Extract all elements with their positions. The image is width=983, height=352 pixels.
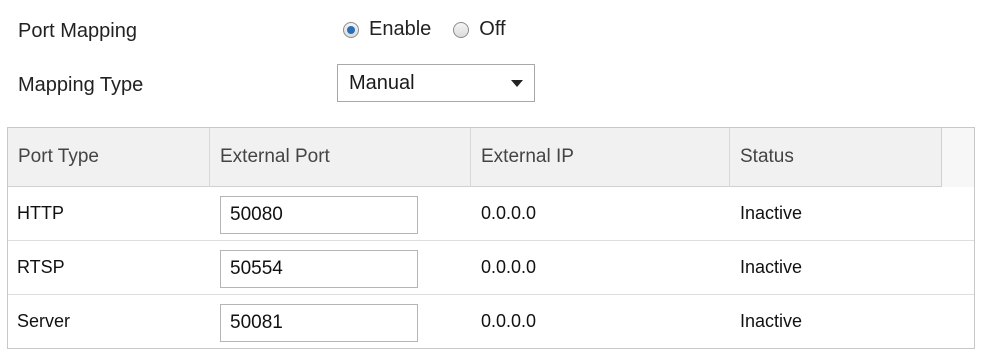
enable-radio-option[interactable]: Enable [343, 18, 431, 41]
header-scrollbar-spacer [941, 128, 974, 187]
off-radio-option[interactable]: Off [453, 18, 506, 41]
chevron-down-icon [511, 80, 523, 87]
external-port-input[interactable] [220, 304, 418, 342]
table-row: Server 0.0.0.0 Inactive [8, 295, 974, 349]
port-mapping-radio-group: Enable Off [343, 18, 528, 41]
port-mapping-label: Port Mapping [18, 20, 137, 42]
row-port-type: HTTP [17, 203, 64, 223]
port-mapping-table: Port Type External Port External IP Stat… [7, 127, 975, 349]
row-external-ip: 0.0.0.0 [481, 257, 537, 277]
mapping-type-value: Manual [349, 71, 415, 94]
header-external-port: External Port [210, 128, 471, 186]
off-radio-label: Off [479, 18, 506, 40]
header-external-ip: External IP [471, 128, 730, 186]
row-status: Inactive [740, 203, 803, 223]
external-port-input[interactable] [220, 196, 418, 234]
row-status: Inactive [740, 311, 803, 331]
row-port-type: Server [17, 311, 71, 331]
mapping-type-select[interactable]: Manual [337, 64, 535, 102]
table-row: RTSP 0.0.0.0 Inactive [8, 241, 974, 295]
header-status: Status [740, 146, 794, 167]
row-external-ip: 0.0.0.0 [481, 311, 537, 331]
mapping-type-label: Mapping Type [18, 74, 144, 96]
table-header: Port Type External Port External IP Stat… [8, 128, 942, 187]
table-row: HTTP 0.0.0.0 Inactive [8, 187, 974, 241]
enable-radio-label: Enable [369, 18, 432, 40]
external-port-input[interactable] [220, 250, 418, 288]
header-port-type: Port Type [8, 128, 210, 186]
off-radio-button[interactable] [453, 21, 470, 38]
enable-radio-button[interactable] [343, 21, 359, 38]
row-port-type: RTSP [17, 257, 65, 277]
row-status: Inactive [740, 257, 803, 277]
row-external-ip: 0.0.0.0 [481, 203, 537, 223]
